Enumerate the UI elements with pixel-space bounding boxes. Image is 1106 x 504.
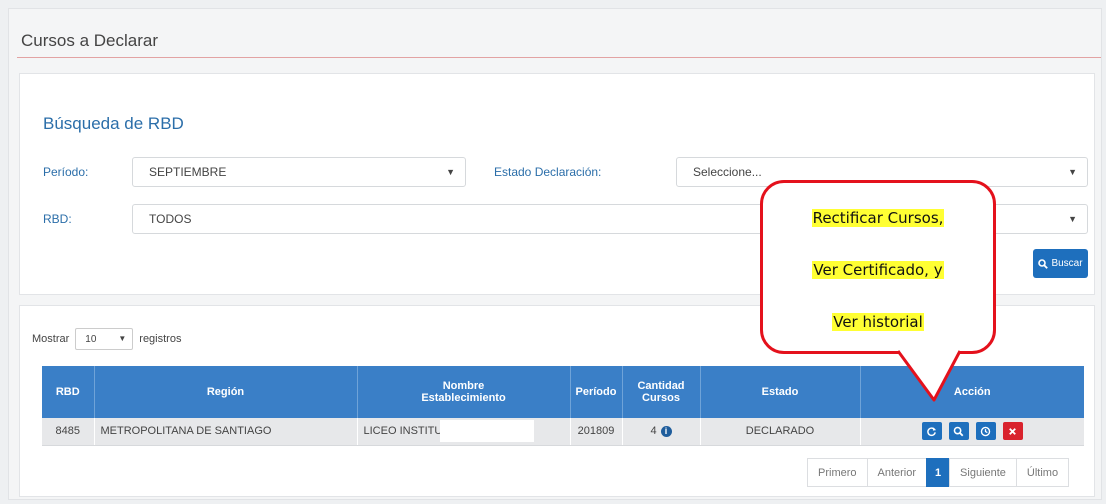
periodo-select[interactable]: SEPTIEMBRE ▼ — [132, 157, 466, 187]
cell-accion — [860, 418, 1084, 446]
periodo-select-value: SEPTIEMBRE — [149, 165, 227, 179]
chevron-down-icon: ▼ — [118, 334, 127, 343]
chevron-down-icon: ▼ — [1068, 167, 1077, 177]
page-size-value: 10 — [85, 333, 97, 345]
callout-line-3: Ver historial — [832, 313, 924, 331]
column-header-nombre-line2: Establecimiento — [421, 392, 506, 404]
cell-estado: DECLARADO — [700, 418, 861, 446]
chevron-down-icon: ▼ — [446, 167, 455, 177]
column-header-region[interactable]: Región — [94, 366, 358, 418]
column-header-rbd[interactable]: RBD — [42, 366, 95, 418]
refresh-icon — [927, 427, 937, 436]
callout-line-1: Rectificar Cursos, — [811, 209, 945, 227]
pagination-first[interactable]: Primero — [807, 458, 868, 487]
ver-certificado-button[interactable] — [948, 422, 969, 441]
rbd-label: RBD: — [43, 212, 72, 226]
cell-rbd: 8485 — [42, 418, 95, 446]
page-size-select[interactable]: 10 ▼ — [75, 328, 134, 350]
search-icon — [1038, 258, 1049, 269]
column-header-nombre-line1: Nombre — [442, 380, 485, 392]
page-size-control: Mostrar 10 ▼ registros — [32, 328, 181, 350]
clock-icon — [981, 426, 991, 436]
redaction-box — [440, 420, 535, 443]
column-header-estado[interactable]: Estado — [700, 366, 861, 418]
table-row: 8485 METROPOLITANA DE SANTIAGO LICEO INS… — [42, 418, 1084, 446]
estado-select-value: Seleccione... — [693, 165, 762, 179]
search-title: Búsqueda de RBD — [43, 114, 184, 133]
search-icon — [953, 426, 964, 437]
cell-cantidad-value: 4 — [650, 425, 657, 438]
cell-region: METROPOLITANA DE SANTIAGO — [94, 418, 358, 446]
close-icon — [1009, 427, 1017, 435]
callout-pointer — [896, 350, 962, 402]
page-title: Cursos a Declarar — [21, 31, 158, 50]
mostrar-label: Mostrar — [32, 333, 70, 345]
cell-nombre-text: LICEO INSTITU — [363, 425, 443, 438]
title-divider — [17, 57, 1101, 58]
cell-cantidad: 4i — [622, 418, 701, 446]
buscar-label: Buscar — [1051, 258, 1083, 269]
buscar-button[interactable]: Buscar — [1033, 249, 1088, 278]
periodo-label: Período: — [43, 165, 89, 179]
ver-historial-button[interactable] — [975, 422, 996, 441]
rectificar-button[interactable] — [921, 422, 942, 441]
info-icon[interactable]: i — [660, 425, 672, 437]
cell-nombre: LICEO INSTITU — [357, 418, 571, 446]
column-header-cantidad[interactable]: Cantidad Cursos — [622, 366, 701, 418]
chevron-down-icon: ▼ — [1068, 214, 1077, 224]
pagination-last[interactable]: Último — [1015, 458, 1070, 487]
callout-line-2: Ver Certificado, y — [812, 261, 944, 279]
column-header-cantidad-line1: Cantidad — [637, 380, 685, 392]
estado-label: Estado Declaración: — [494, 165, 602, 179]
pagination-prev[interactable]: Anterior — [866, 458, 928, 487]
pagination: Primero Anterior 1 Siguiente Último — [807, 458, 1070, 487]
column-header-periodo[interactable]: Período — [570, 366, 623, 418]
registros-label: registros — [139, 333, 182, 345]
action-buttons — [867, 422, 1079, 441]
column-header-nombre[interactable]: Nombre Establecimiento — [357, 366, 571, 418]
pagination-page-current[interactable]: 1 — [926, 458, 951, 487]
annotation-callout: Rectificar Cursos, Ver Certificado, y Ve… — [760, 180, 996, 354]
column-header-cantidad-line2: Cursos — [642, 392, 680, 404]
rbd-select-value: TODOS — [149, 212, 192, 226]
pagination-next[interactable]: Siguiente — [949, 458, 1017, 487]
cell-periodo: 201809 — [570, 418, 623, 446]
eliminar-button[interactable] — [1002, 422, 1023, 441]
